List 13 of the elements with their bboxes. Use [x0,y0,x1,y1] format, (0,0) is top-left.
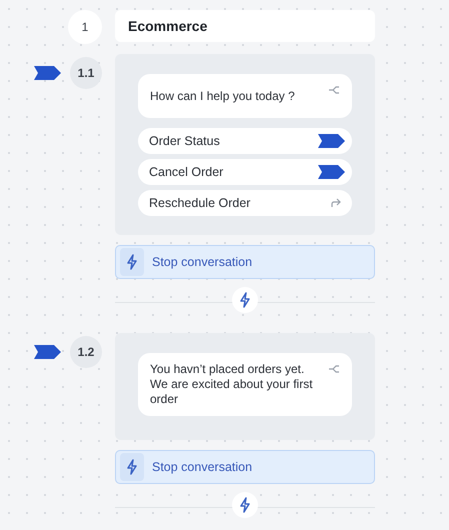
option-button[interactable]: Reschedule Order [138,190,352,216]
step-number: 1 [68,10,102,44]
step-number: 1.1 [70,57,102,89]
step-number: 1.2 [70,336,102,368]
stop-conversation-block[interactable]: Stop conversation [115,245,375,279]
flow-title: Ecommerce [115,10,375,42]
message-text: You havn’t placed orders yet. We are excited about your first order [150,362,314,407]
message-text: How can I help you today ? [150,88,296,104]
option-button[interactable]: Cancel Order [138,159,352,185]
option-button[interactable]: Order Status [138,128,352,154]
action-label: Stop conversation [152,255,252,269]
stop-conversation-block[interactable]: Stop conversation [115,450,375,484]
action-label: Stop conversation [152,460,252,474]
